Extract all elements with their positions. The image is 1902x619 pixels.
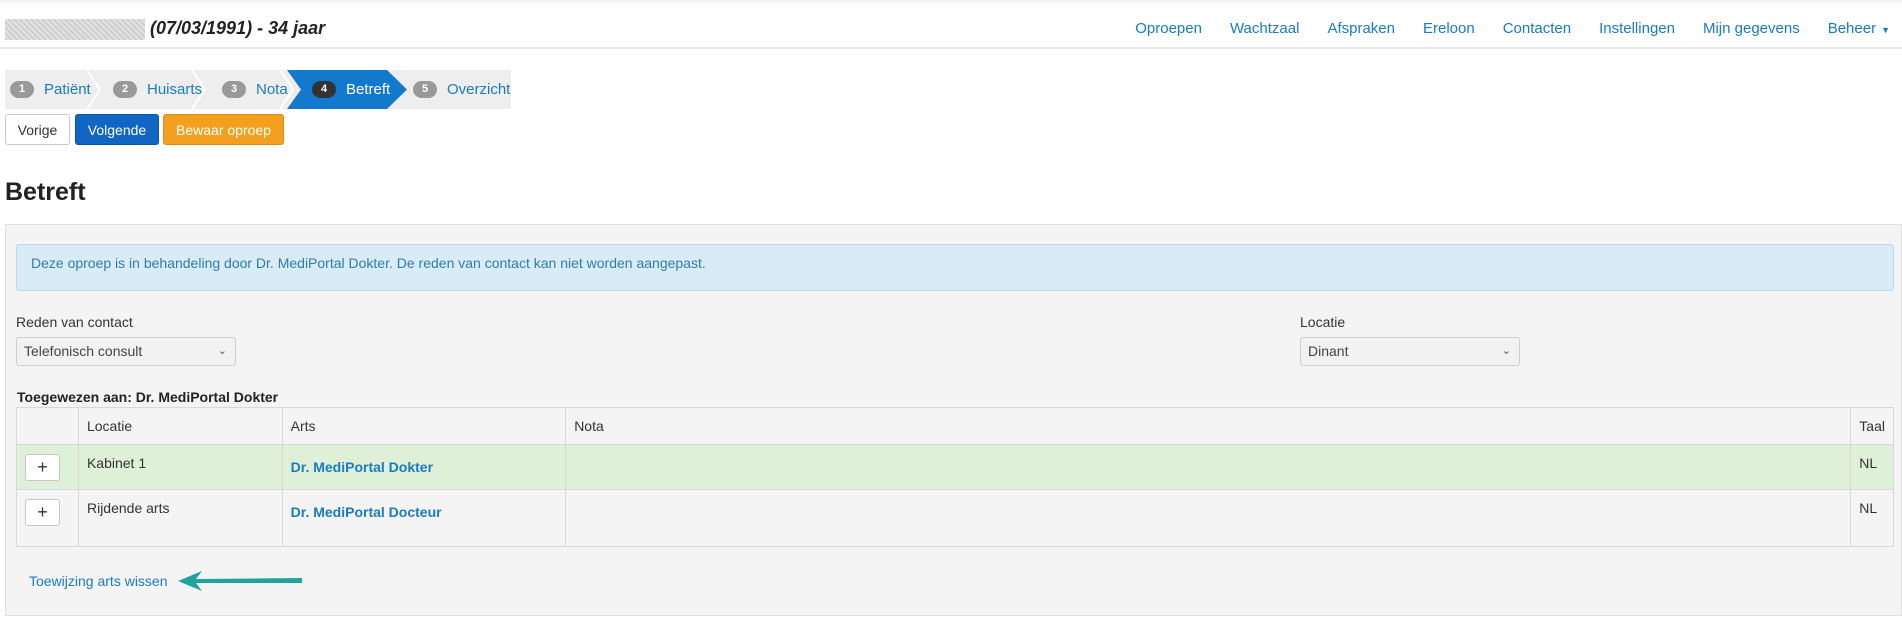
action-cell: + — [16, 489, 79, 547]
location-label: Locatie — [1300, 314, 1346, 330]
language-cell: NL — [1850, 444, 1894, 490]
step-label: Patiënt — [44, 81, 91, 98]
table-row: + Kabinet 1 Dr. MediPortal Dokter NL — [16, 444, 1894, 490]
reason-select[interactable]: Telefonisch consult ⌄ — [16, 337, 236, 366]
doctor-link[interactable]: Dr. MediPortal Dokter — [291, 459, 433, 475]
doctor-cell: Dr. MediPortal Docteur — [281, 489, 567, 547]
column-header-language: Taal — [1850, 407, 1894, 445]
main-nav: Oproepen Wachtzaal Afspraken Ereloon Con… — [1107, 20, 1890, 37]
doctor-assignment-table: Locatie Arts Nota Taal + Kabinet 1 Dr. M… — [16, 407, 1894, 547]
step-number: 4 — [312, 81, 336, 98]
prev-button[interactable]: Vorige — [5, 114, 70, 145]
next-button[interactable]: Volgende — [75, 114, 159, 145]
column-header-location: Locatie — [77, 407, 283, 445]
step-number: 3 — [222, 81, 246, 98]
column-header-note: Nota — [565, 407, 1852, 445]
patient-name-redacted — [5, 19, 145, 40]
save-call-button[interactable]: Bewaar oproep — [163, 114, 284, 145]
doctor-link[interactable]: Dr. MediPortal Docteur — [291, 504, 442, 520]
nav-oproepen[interactable]: Oproepen — [1135, 20, 1202, 37]
step-patient[interactable]: 1 Patiënt — [10, 70, 91, 109]
top-header: (07/03/1991) - 34 jaar Oproepen Wachtzaa… — [0, 0, 1902, 49]
step-number: 1 — [10, 81, 34, 98]
step-label: Nota — [256, 81, 288, 98]
step-label: Overzicht — [447, 81, 511, 98]
step-overzicht[interactable]: 5 Overzicht — [413, 70, 510, 109]
caret-down-icon: ▼ — [1881, 25, 1890, 35]
nav-afspraken[interactable]: Afspraken — [1327, 20, 1395, 37]
doctor-cell: Dr. MediPortal Dokter — [281, 444, 567, 490]
step-betreft[interactable]: 4 Betreft — [312, 70, 390, 109]
chevron-down-icon: ⌄ — [217, 345, 227, 357]
step-number: 2 — [113, 81, 137, 98]
step-label: Huisarts — [147, 81, 203, 98]
nav-instellingen[interactable]: Instellingen — [1599, 20, 1675, 37]
add-button[interactable]: + — [25, 454, 60, 481]
column-header-action — [16, 407, 79, 445]
table-header-row: Locatie Arts Nota Taal — [16, 407, 1894, 445]
language-cell: NL — [1850, 489, 1894, 547]
chevron-down-icon: ⌄ — [1501, 345, 1511, 357]
location-cell: Kabinet 1 — [77, 444, 283, 490]
info-alert: Deze oproep is in behandeling door Dr. M… — [16, 244, 1894, 291]
step-label: Betreft — [346, 81, 391, 98]
clear-assignment-link[interactable]: Toewijzing arts wissen — [29, 573, 168, 589]
table-row: + Rijdende arts Dr. MediPortal Docteur N… — [16, 489, 1894, 547]
nav-beheer-label: Beheer — [1827, 20, 1877, 37]
reason-select-value: Telefonisch consult — [24, 343, 143, 359]
nav-mijn-gegevens[interactable]: Mijn gegevens — [1703, 20, 1800, 37]
patient-title: (07/03/1991) - 34 jaar — [150, 18, 326, 38]
annotation-arrow-icon — [178, 571, 302, 591]
nav-ereloon[interactable]: Ereloon — [1423, 20, 1475, 37]
step-number: 5 — [413, 81, 437, 98]
note-cell — [565, 489, 1852, 547]
step-huisarts[interactable]: 2 Huisarts — [113, 70, 202, 109]
action-cell: + — [16, 444, 79, 490]
step-nota[interactable]: 3 Nota — [222, 70, 288, 109]
nav-beheer[interactable]: Beheer ▼ — [1828, 20, 1890, 37]
header-top-line — [0, 0, 1902, 3]
location-cell: Rijdende arts — [77, 489, 283, 547]
reason-label: Reden van contact — [16, 314, 133, 330]
add-button[interactable]: + — [25, 499, 60, 526]
nav-contacten[interactable]: Contacten — [1503, 20, 1571, 37]
assigned-to-label: Toegewezen aan: Dr. MediPortal Dokter — [17, 389, 279, 405]
page-title: Betreft — [5, 178, 86, 206]
nav-wachtzaal[interactable]: Wachtzaal — [1230, 20, 1299, 37]
note-cell — [565, 444, 1852, 490]
column-header-doctor: Arts — [281, 407, 567, 445]
location-select-value: Dinant — [1308, 343, 1349, 359]
location-select[interactable]: Dinant ⌄ — [1300, 337, 1520, 366]
